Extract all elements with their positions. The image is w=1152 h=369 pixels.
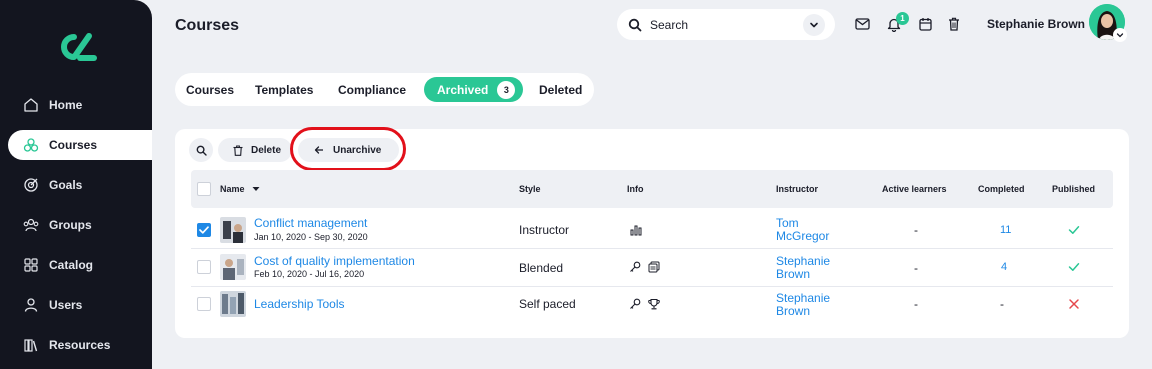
column-header-name[interactable]: Name (220, 184, 260, 194)
key-icon (630, 298, 641, 309)
notification-badge: 1 (896, 12, 909, 25)
course-style: Instructor (519, 223, 570, 237)
row-checkbox[interactable] (197, 223, 211, 237)
column-header-info: Info (627, 184, 644, 194)
row-checkbox[interactable] (197, 260, 211, 274)
courses-icon (22, 136, 40, 154)
completed-count-link[interactable]: 4 (1001, 261, 1007, 273)
row-checkbox[interactable] (197, 297, 211, 311)
search-input[interactable]: Search (617, 9, 835, 40)
tab-courses[interactable]: Courses (186, 77, 234, 102)
user-icon (22, 296, 40, 314)
column-header-published: Published (1052, 184, 1096, 194)
row-divider (191, 286, 1113, 287)
sidebar-item-resources[interactable]: Resources (8, 330, 152, 360)
sidebar-item-label: Goals (49, 178, 83, 192)
active-learners-value: - (914, 261, 918, 275)
mail-icon[interactable] (854, 16, 870, 32)
sidebar-item-label: Home (49, 98, 83, 112)
sidebar-item-label: Resources (49, 338, 111, 352)
chevron-down-icon (1116, 33, 1124, 38)
catalog-icon (22, 256, 40, 274)
completed-count-link[interactable]: 11 (1000, 224, 1011, 236)
calendar-icon[interactable] (917, 16, 933, 32)
course-name-link[interactable]: Cost of quality implementation (254, 254, 415, 268)
sidebar: Home Courses Goals Groups Catalog Users (0, 0, 152, 369)
course-name-link[interactable]: Leadership Tools (254, 297, 345, 311)
instructor-link[interactable]: Stephanie Brown (776, 292, 846, 318)
course-name-link[interactable]: Conflict management (254, 216, 367, 230)
column-header-active-learners: Active learners (882, 184, 947, 194)
chevron-down-icon (810, 22, 818, 27)
search-icon (628, 18, 642, 31)
column-header-style: Style (519, 184, 541, 194)
select-all-checkbox[interactable] (197, 182, 211, 196)
search-icon (196, 145, 207, 156)
tab-compliance[interactable]: Compliance (338, 77, 406, 102)
key-icon (630, 261, 641, 272)
active-learners-value: - (914, 297, 918, 311)
instructor-link[interactable]: Tom McGregor (776, 217, 846, 243)
sort-desc-icon (252, 187, 260, 191)
course-dates: Jan 10, 2020 - Sep 30, 2020 (254, 232, 368, 242)
sidebar-item-label: Courses (49, 138, 98, 152)
active-learners-value: - (914, 223, 918, 237)
column-header-completed: Completed (978, 184, 1025, 194)
sidebar-item-label: Groups (49, 218, 92, 232)
trophy-icon (648, 298, 660, 310)
column-header-instructor: Instructor (776, 184, 819, 194)
avatar-menu-button[interactable] (1113, 28, 1127, 42)
delete-button[interactable]: Delete (218, 138, 292, 162)
table-search-button[interactable] (189, 138, 213, 162)
sidebar-item-users[interactable]: Users (8, 290, 152, 320)
row-divider (191, 248, 1113, 249)
target-icon (22, 176, 40, 194)
course-thumbnail (220, 291, 246, 317)
tab-templates[interactable]: Templates (255, 77, 313, 102)
search-dropdown-button[interactable] (803, 13, 825, 36)
sidebar-item-catalog[interactable]: Catalog (8, 250, 152, 280)
course-thumbnail (220, 217, 246, 243)
published-check-icon (1068, 263, 1080, 271)
groups-icon (22, 216, 40, 234)
course-style: Self paced (519, 297, 576, 311)
trash-icon[interactable] (946, 16, 962, 32)
instructor-link[interactable]: Stephanie Brown (776, 255, 846, 281)
course-style: Blended (519, 261, 564, 275)
page-title: Courses (175, 17, 240, 34)
archived-count-badge: 3 (497, 80, 516, 99)
sidebar-item-groups[interactable]: Groups (8, 210, 152, 240)
brand-logo (61, 33, 97, 61)
sidebar-item-home[interactable]: Home (8, 90, 152, 120)
home-icon (22, 96, 40, 114)
sidebar-item-courses[interactable]: Courses (8, 130, 152, 160)
delete-button-label: Delete (251, 144, 282, 156)
course-tabs: Courses Templates Compliance Archived 3 … (175, 73, 594, 106)
check-icon (199, 226, 209, 234)
tab-deleted[interactable]: Deleted (539, 77, 582, 102)
books-icon (22, 336, 40, 354)
published-check-icon (1068, 226, 1080, 234)
completed-value: - (1000, 297, 1004, 311)
sidebar-item-label: Catalog (49, 258, 94, 272)
tab-archived[interactable]: Archived 3 (424, 77, 524, 102)
stack-icon (648, 261, 660, 273)
search-placeholder: Search (650, 17, 689, 32)
sidebar-item-goals[interactable]: Goals (8, 170, 152, 200)
course-thumbnail (220, 254, 246, 280)
user-name[interactable]: Stephanie Brown (987, 17, 1085, 31)
course-dates: Feb 10, 2020 - Jul 16, 2020 (254, 269, 365, 279)
tab-label: Archived (437, 82, 489, 97)
unarchive-highlight-annotation (290, 127, 406, 171)
table-header (191, 170, 1113, 208)
chart-icon (630, 225, 642, 236)
unpublished-x-icon (1069, 299, 1079, 309)
trash-icon (233, 145, 243, 156)
sidebar-item-label: Users (49, 298, 83, 312)
